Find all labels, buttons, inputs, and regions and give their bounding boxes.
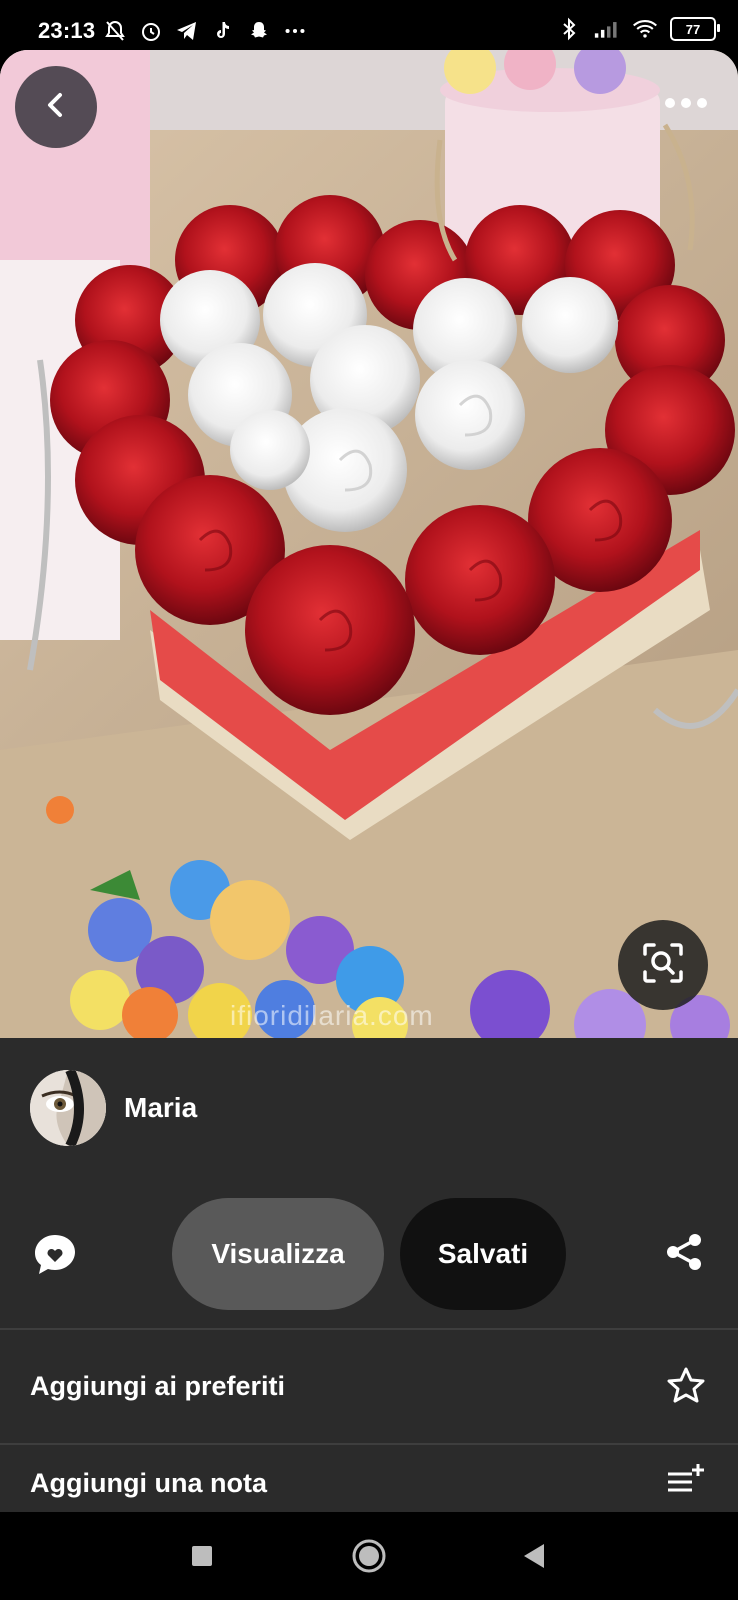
telegram-icon — [174, 18, 200, 44]
avatar[interactable] — [30, 1070, 106, 1146]
comment-button[interactable] — [30, 1232, 80, 1282]
star-outline-icon — [664, 1364, 708, 1408]
more-notifications-icon — [282, 18, 308, 44]
system-nav-bar — [0, 1512, 738, 1600]
comment-heart-icon — [32, 1232, 78, 1283]
bell-off-icon — [102, 18, 128, 44]
saved-button[interactable]: Salvati — [400, 1198, 566, 1310]
chevron-left-icon — [41, 90, 71, 125]
battery-indicator: 77 — [670, 17, 720, 41]
image-watermark: ifioridilaria.com — [230, 1000, 434, 1031]
add-note-icon — [664, 1458, 708, 1502]
pin-author[interactable]: Maria — [30, 1070, 197, 1146]
recents-square-icon[interactable] — [182, 1536, 222, 1576]
more-options-button[interactable] — [656, 90, 716, 120]
back-button[interactable] — [15, 66, 97, 148]
visual-search-icon — [641, 941, 685, 990]
view-button[interactable]: Visualizza — [172, 1198, 384, 1310]
menu-item-label: Aggiungi una nota — [30, 1468, 267, 1498]
home-circle-icon[interactable] — [349, 1536, 389, 1576]
pin-actions: Visualizza Salvati — [0, 1198, 738, 1310]
pin-image[interactable] — [0, 50, 738, 1038]
pin-details-sheet: Maria Visualizza Salvati Aggiungi ai pre… — [0, 1038, 738, 1512]
wifi-icon — [632, 16, 658, 42]
status-time: 23:13 — [38, 18, 96, 43]
rose-box-photo — [0, 50, 738, 1038]
author-name[interactable]: Maria — [124, 1092, 197, 1124]
menu-item-add-favorite[interactable]: Aggiungi ai preferiti — [0, 1330, 738, 1442]
tiktok-icon — [210, 18, 236, 44]
share-button[interactable] — [662, 1232, 706, 1276]
bluetooth-icon — [556, 16, 582, 42]
snapchat-icon — [246, 18, 272, 44]
menu-item-label: Aggiungi ai preferiti — [30, 1370, 286, 1401]
divider — [0, 1443, 738, 1445]
visual-search-button[interactable] — [618, 920, 708, 1010]
back-triangle-icon[interactable] — [514, 1536, 554, 1576]
alarm-icon — [138, 18, 164, 44]
share-icon — [664, 1232, 704, 1277]
more-horizontal-icon — [664, 96, 708, 114]
signal-icon — [594, 16, 620, 42]
